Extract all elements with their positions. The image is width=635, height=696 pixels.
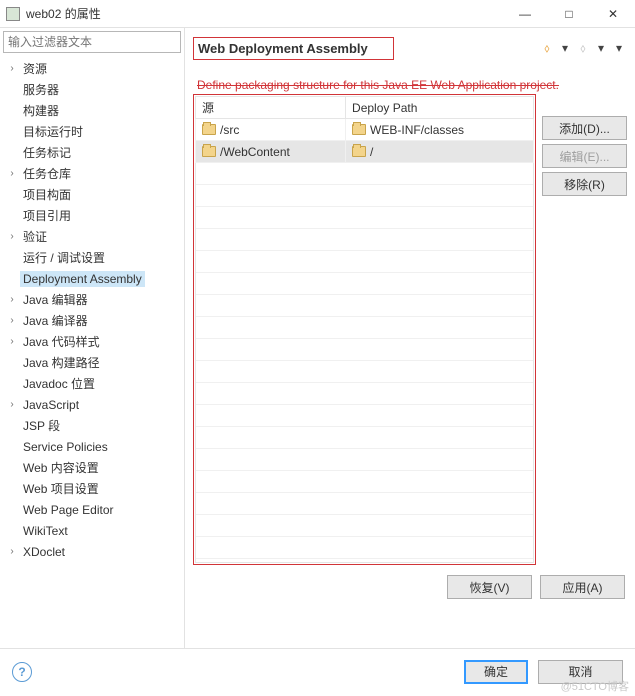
- tree-item-label: 构建器: [20, 101, 62, 120]
- tree-item-label: 项目构面: [20, 185, 74, 204]
- tree-item[interactable]: 项目构面: [0, 184, 184, 205]
- forward-menu-icon[interactable]: ▾: [593, 40, 609, 56]
- main-panel: Web Deployment Assembly ⬨ ▾ ⬨ ▾ ▾ Define…: [185, 28, 635, 648]
- tree-item[interactable]: ›资源: [0, 58, 184, 79]
- table-empty-area: [195, 163, 534, 563]
- tree-item-label: Web Page Editor: [20, 502, 117, 518]
- add-button[interactable]: 添加(D)...: [542, 116, 627, 140]
- tree-item-label: Web 项目设置: [20, 479, 102, 498]
- restore-button[interactable]: 恢复(V): [447, 575, 532, 599]
- chevron-right-icon[interactable]: ›: [4, 294, 20, 305]
- ok-button[interactable]: 确定: [464, 660, 528, 684]
- table-row[interactable]: /WebContent/: [196, 141, 534, 163]
- column-deploy[interactable]: Deploy Path: [346, 97, 534, 119]
- page-description: Define packaging structure for this Java…: [197, 78, 627, 92]
- dialog-footer: ? 确定 取消: [0, 648, 635, 694]
- remove-button[interactable]: 移除(R): [542, 172, 627, 196]
- page-nav: ⬨ ▾ ⬨ ▾ ▾: [539, 40, 627, 56]
- tree-item-label: Deployment Assembly: [20, 271, 145, 287]
- tree-item[interactable]: JSP 段: [0, 415, 184, 436]
- maximize-button[interactable]: □: [547, 0, 591, 28]
- cell-deploy: WEB-INF/classes: [346, 119, 534, 141]
- chevron-right-icon[interactable]: ›: [4, 231, 20, 242]
- forward-icon[interactable]: ⬨: [575, 40, 591, 56]
- page-title: Web Deployment Assembly: [193, 37, 394, 60]
- tree-item-label: Java 代码样式: [20, 332, 103, 351]
- side-button-group: 添加(D)... 编辑(E)... 移除(R): [542, 94, 627, 565]
- window-title: web02 的属性: [26, 5, 503, 22]
- filter-input[interactable]: [3, 31, 181, 53]
- chevron-right-icon[interactable]: ›: [4, 315, 20, 326]
- tree-item[interactable]: ›JavaScript: [0, 394, 184, 415]
- tree-item-label: JSP 段: [20, 416, 63, 435]
- tree-item[interactable]: Web 内容设置: [0, 457, 184, 478]
- tree-item[interactable]: 运行 / 调试设置: [0, 247, 184, 268]
- tree-item[interactable]: 构建器: [0, 100, 184, 121]
- folder-icon: [352, 124, 366, 135]
- tree-item[interactable]: ›Java 编译器: [0, 310, 184, 331]
- tree-item[interactable]: ›验证: [0, 226, 184, 247]
- tree-item-label: 服务器: [20, 80, 62, 99]
- column-source[interactable]: 源: [196, 97, 346, 119]
- tree-item[interactable]: 任务标记: [0, 142, 184, 163]
- tree-item-label: Java 编译器: [20, 311, 91, 330]
- chevron-right-icon[interactable]: ›: [4, 399, 20, 410]
- back-menu-icon[interactable]: ▾: [557, 40, 573, 56]
- tree-item-label: WikiText: [20, 523, 71, 539]
- view-menu-icon[interactable]: ▾: [611, 40, 627, 56]
- tree-item-label: 项目引用: [20, 206, 74, 225]
- category-tree[interactable]: ›资源服务器构建器目标运行时任务标记›任务仓库项目构面项目引用›验证运行 / 调…: [0, 56, 184, 648]
- folder-icon: [202, 124, 216, 135]
- cell-source: /src: [196, 119, 346, 141]
- assembly-table-wrap: 源 Deploy Path /srcWEB-INF/classes/WebCon…: [193, 94, 536, 565]
- tree-item-label: 验证: [20, 227, 50, 246]
- minimize-button[interactable]: ―: [503, 0, 547, 28]
- apply-button[interactable]: 应用(A): [540, 575, 625, 599]
- tree-item-label: 任务标记: [20, 143, 74, 162]
- title-bar: web02 的属性 ― □ ✕: [0, 0, 635, 28]
- edit-button[interactable]: 编辑(E)...: [542, 144, 627, 168]
- tree-item-label: XDoclet: [20, 544, 68, 560]
- tree-item[interactable]: Web Page Editor: [0, 499, 184, 520]
- help-button[interactable]: ?: [12, 662, 32, 682]
- tree-item-label: JavaScript: [20, 397, 82, 413]
- tree-item-label: 运行 / 调试设置: [20, 248, 108, 267]
- cell-source: /WebContent: [196, 141, 346, 163]
- tree-item[interactable]: Java 构建路径: [0, 352, 184, 373]
- chevron-right-icon[interactable]: ›: [4, 336, 20, 347]
- tree-item-label: Web 内容设置: [20, 458, 102, 477]
- folder-icon: [202, 146, 216, 157]
- assembly-table[interactable]: 源 Deploy Path /srcWEB-INF/classes/WebCon…: [195, 96, 534, 163]
- tree-item[interactable]: ›Java 代码样式: [0, 331, 184, 352]
- tree-item-label: Java 编辑器: [20, 290, 91, 309]
- watermark: @51CTO博客: [561, 678, 629, 694]
- app-icon: [6, 7, 20, 21]
- tree-item-label: Javadoc 位置: [20, 374, 98, 393]
- tree-item-label: Service Policies: [20, 439, 111, 455]
- chevron-right-icon[interactable]: ›: [4, 168, 20, 179]
- tree-item[interactable]: 目标运行时: [0, 121, 184, 142]
- close-button[interactable]: ✕: [591, 0, 635, 28]
- tree-item[interactable]: 服务器: [0, 79, 184, 100]
- sidebar: ›资源服务器构建器目标运行时任务标记›任务仓库项目构面项目引用›验证运行 / 调…: [0, 28, 185, 648]
- chevron-right-icon[interactable]: ›: [4, 546, 20, 557]
- tree-item[interactable]: ›Java 编辑器: [0, 289, 184, 310]
- tree-item-label: 资源: [20, 59, 50, 78]
- tree-item[interactable]: ›任务仓库: [0, 163, 184, 184]
- table-row[interactable]: /srcWEB-INF/classes: [196, 119, 534, 141]
- tree-item[interactable]: Service Policies: [0, 436, 184, 457]
- back-icon[interactable]: ⬨: [539, 40, 555, 56]
- tree-item-label: 任务仓库: [20, 164, 74, 183]
- tree-item[interactable]: Javadoc 位置: [0, 373, 184, 394]
- tree-item[interactable]: ›XDoclet: [0, 541, 184, 562]
- tree-item-label: 目标运行时: [20, 122, 86, 141]
- chevron-right-icon[interactable]: ›: [4, 63, 20, 74]
- tree-item[interactable]: 项目引用: [0, 205, 184, 226]
- folder-icon: [352, 146, 366, 157]
- tree-item[interactable]: Deployment Assembly: [0, 268, 184, 289]
- tree-item-label: Java 构建路径: [20, 353, 103, 372]
- tree-item[interactable]: Web 项目设置: [0, 478, 184, 499]
- tree-item[interactable]: WikiText: [0, 520, 184, 541]
- cell-deploy: /: [346, 141, 534, 163]
